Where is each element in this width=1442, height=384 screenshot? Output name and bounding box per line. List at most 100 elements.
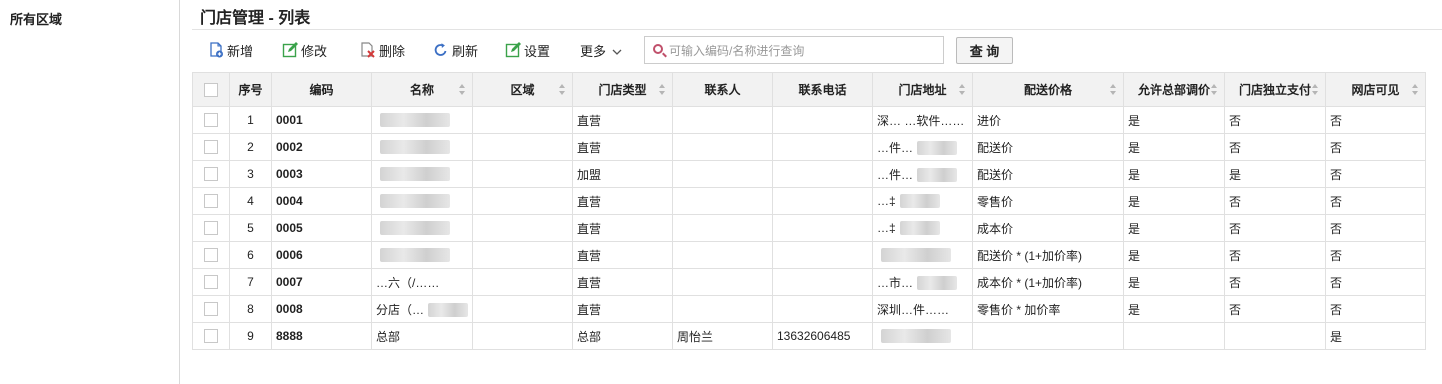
col-header-code[interactable]: 编码: [271, 72, 372, 107]
col-header-region[interactable]: 区域: [472, 72, 573, 107]
settings-button[interactable]: 设置: [505, 40, 550, 60]
cell-region: [472, 295, 573, 323]
cell-phone: [772, 214, 873, 242]
sort-icon[interactable]: [459, 84, 466, 96]
row-select-cell: [192, 133, 230, 161]
row-checkbox[interactable]: [204, 194, 218, 209]
col-header-indep-pay-label: 门店独立支付: [1238, 83, 1311, 97]
redacted-blur: [380, 248, 450, 263]
cell-region: [472, 133, 573, 161]
table-row[interactable]: 6 0006 直营 配送价 * (1+加价率) 是否否: [192, 241, 1426, 269]
more-dropdown[interactable]: 更多: [580, 40, 622, 60]
cell-phone: [772, 106, 873, 134]
row-checkbox[interactable]: [204, 140, 218, 155]
cell-hq-adjust: 是: [1123, 214, 1225, 242]
cell-type: 加盟: [572, 160, 673, 188]
cell-indep-pay: 否: [1224, 106, 1326, 134]
cell-indep-pay: 是: [1224, 160, 1326, 188]
redacted-blur: [431, 276, 472, 291]
table-row[interactable]: 5 0005 直营 …‡ 成本价是否否: [192, 214, 1426, 242]
search-input[interactable]: [669, 41, 939, 61]
table-row[interactable]: 3 0003 加盟 …件… 配送价是是否: [192, 160, 1426, 188]
cell-name: [371, 133, 473, 161]
cell-phone: [772, 187, 873, 215]
table-row[interactable]: 2 0002 直营 …件… 配送价是否否: [192, 133, 1426, 161]
cell-code[interactable]: 0004: [271, 187, 372, 215]
row-checkbox[interactable]: [204, 248, 218, 263]
sort-icon[interactable]: [1412, 84, 1419, 96]
cell-indep-pay: 否: [1224, 295, 1326, 323]
cell-contact: [672, 241, 773, 269]
redacted-blur: [380, 221, 450, 236]
sort-icon[interactable]: [959, 84, 966, 96]
redacted-blur: [380, 194, 450, 209]
col-header-address[interactable]: 门店地址: [872, 72, 973, 107]
table-header-row: 序号 编码 名称 区域 门店类型 联系人 联系电话 门店地址 配送价格 允许总部…: [192, 72, 1426, 107]
col-header-contact[interactable]: 联系人: [672, 72, 773, 107]
sort-icon[interactable]: [1110, 84, 1117, 96]
search-field[interactable]: [644, 36, 944, 64]
cell-seq: 4: [229, 187, 272, 215]
sort-icon[interactable]: [559, 84, 566, 96]
toolbar: 新增 修改 删除 刷新 设置 更多 可输入编码/名称进行查询 查 询: [192, 36, 1442, 64]
cell-type: 直营: [572, 268, 673, 296]
cell-hq-adjust: 是: [1123, 295, 1225, 323]
cell-seq: 1: [229, 106, 272, 134]
sort-icon[interactable]: [1312, 84, 1319, 96]
row-checkbox[interactable]: [204, 167, 218, 182]
refresh-button[interactable]: 刷新: [433, 40, 478, 60]
sort-icon[interactable]: [1211, 84, 1218, 96]
col-header-online-label: 网店可见: [1351, 83, 1400, 97]
col-header-name[interactable]: 名称: [371, 72, 473, 107]
table-row[interactable]: 7 0007 …六（/… 直营 …市… 成本价 * (1+加价率) 是否否: [192, 268, 1426, 296]
col-header-type[interactable]: 门店类型: [572, 72, 673, 107]
cell-name: [371, 106, 473, 134]
col-header-address-label: 门店地址: [898, 83, 947, 97]
table-row[interactable]: 4 0004 直营 …‡ 零售价是否否: [192, 187, 1426, 215]
edit-button[interactable]: 修改: [282, 40, 327, 60]
cell-online: 否: [1325, 187, 1426, 215]
select-all-checkbox[interactable]: [204, 82, 218, 97]
row-checkbox[interactable]: [204, 302, 218, 317]
cell-region: [472, 268, 573, 296]
cell-code[interactable]: 0005: [271, 214, 372, 242]
table-row[interactable]: 9 8888 总部 总部 周怡兰 13632606485 是: [192, 322, 1426, 350]
row-checkbox[interactable]: [204, 275, 218, 290]
cell-seq: 9: [229, 322, 272, 350]
cell-contact: [672, 214, 773, 242]
cell-code[interactable]: 0006: [271, 241, 372, 269]
col-header-indep-pay[interactable]: 门店独立支付: [1224, 72, 1326, 107]
cell-code[interactable]: 8888: [271, 322, 372, 350]
search-icon: [653, 44, 663, 54]
cell-code[interactable]: 0003: [271, 160, 372, 188]
cell-name: [371, 187, 473, 215]
cell-code[interactable]: 0001: [271, 106, 372, 134]
cell-address: 深圳…件…: [872, 295, 973, 323]
col-header-price[interactable]: 配送价格: [972, 72, 1124, 107]
cell-region: [472, 241, 573, 269]
col-header-hq-adjust[interactable]: 允许总部调价: [1123, 72, 1225, 107]
cell-code[interactable]: 0002: [271, 133, 372, 161]
cell-contact: [672, 295, 773, 323]
table-row[interactable]: 1 0001 直营 深… …软件… 进价是否否: [192, 106, 1426, 134]
cell-indep-pay: 否: [1224, 241, 1326, 269]
cell-contact: [672, 187, 773, 215]
row-checkbox[interactable]: [204, 221, 218, 236]
cell-code[interactable]: 0008: [271, 295, 372, 323]
cell-contact: [672, 106, 773, 134]
cell-type: 直营: [572, 214, 673, 242]
cell-name: 总部: [371, 322, 473, 350]
cell-online: 否: [1325, 295, 1426, 323]
table-row[interactable]: 8 0008 分店（… 直营 深圳…件… 零售价 * 加价率是否否: [192, 295, 1426, 323]
add-button[interactable]: 新增: [208, 40, 253, 60]
query-button[interactable]: 查 询: [956, 37, 1013, 64]
cell-code[interactable]: 0007: [271, 268, 372, 296]
redacted-blur: [380, 113, 450, 128]
delete-button[interactable]: 删除: [360, 40, 405, 60]
col-header-phone[interactable]: 联系电话: [772, 72, 873, 107]
all-regions-node[interactable]: 所有区域: [10, 9, 62, 28]
row-checkbox[interactable]: [204, 329, 218, 344]
col-header-online[interactable]: 网店可见: [1325, 72, 1426, 107]
row-checkbox[interactable]: [204, 113, 218, 128]
sort-icon[interactable]: [659, 84, 666, 96]
